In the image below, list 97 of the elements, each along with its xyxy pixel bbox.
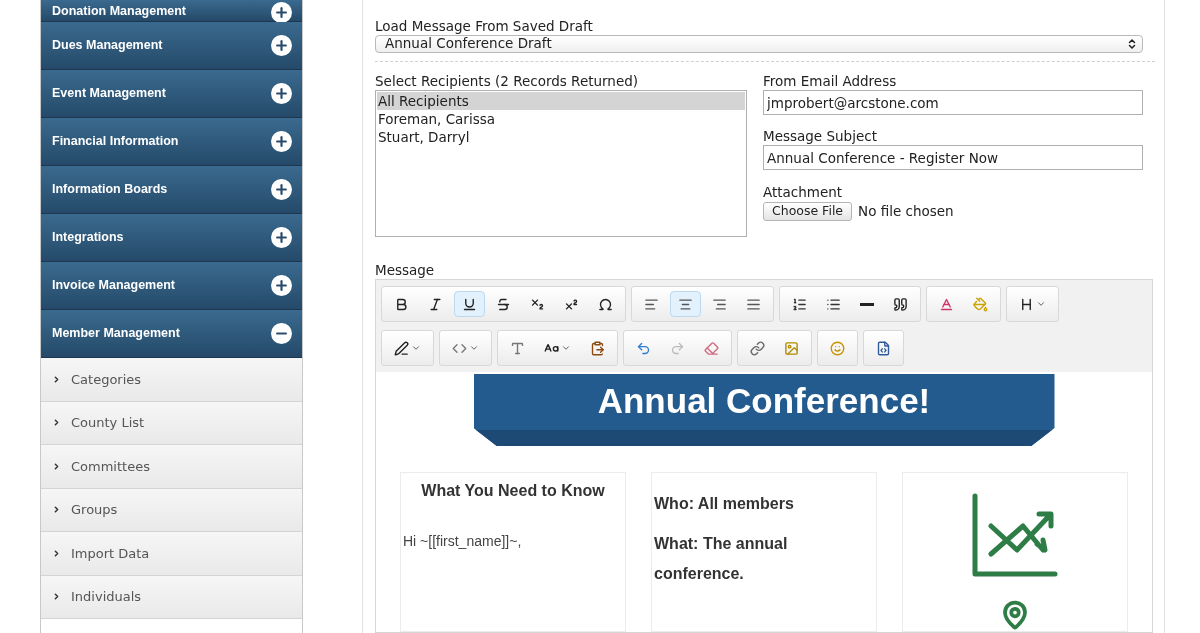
field-label: Message Subject — [763, 127, 878, 145]
font-icon — [510, 340, 525, 356]
align-right-icon — [712, 296, 727, 312]
card-heading: What You Need to Know — [420, 481, 606, 501]
section-label: Financial Information — [52, 133, 179, 151]
submenu-item[interactable]: County List — [41, 401, 302, 445]
email-field[interactable]: jmprobert@arcstone.com — [763, 90, 1143, 115]
card-text: Who: All members — [654, 494, 795, 514]
submenu-label: County List — [71, 414, 145, 432]
choose-file-button[interactable]: Choose File — [763, 201, 853, 221]
clipboard-icon — [590, 340, 605, 356]
bullet-icon — [52, 548, 61, 558]
align-justify-icon — [746, 296, 761, 312]
sidebar-section[interactable]: Information Boards — [41, 166, 302, 214]
caret-icon — [411, 343, 421, 353]
bullet-icon — [52, 418, 61, 428]
smiley-icon — [830, 340, 845, 356]
bullet-icon — [52, 461, 61, 471]
source-code-icon — [876, 340, 891, 356]
italic-icon — [428, 296, 443, 312]
bullet-list-icon — [826, 296, 841, 312]
file-status: No file chosen — [858, 202, 954, 221]
section-label: Dues Management — [52, 37, 163, 55]
omega-icon — [598, 296, 613, 312]
caret-icon — [469, 343, 479, 353]
submenu-label: Import Data — [71, 544, 150, 563]
recipient-option[interactable]: All Recipients — [377, 92, 745, 110]
submenu-item[interactable]: Committees — [41, 445, 302, 489]
bold-icon — [394, 296, 409, 312]
toolbar-button[interactable] — [454, 291, 485, 317]
pen-icon — [394, 340, 409, 356]
expand-icon — [271, 227, 292, 248]
field-label: From Email Address — [763, 72, 898, 90]
expand-icon — [271, 35, 292, 56]
expand-icon — [271, 179, 292, 200]
card-text: Hi ~[[first_name]]~, — [403, 532, 523, 551]
bullet-icon — [52, 505, 61, 515]
card-text: What: The annual conference. — [654, 534, 789, 584]
sidebar-section[interactable]: Event Management — [41, 70, 302, 118]
field-label: Load Message From Saved Draft — [375, 17, 594, 35]
expand-icon — [271, 2, 292, 23]
caret-icon — [561, 343, 571, 353]
sidebar-section[interactable]: Invoice Management — [41, 262, 302, 310]
submenu-label: Individuals — [71, 588, 142, 606]
banner-title: Annual Conference! — [597, 380, 931, 422]
section-label: Information Boards — [52, 181, 168, 199]
heading-icon — [1019, 296, 1034, 312]
section-label: Event Management — [52, 85, 166, 103]
field-label: Attachment — [763, 183, 844, 201]
expand-icon — [271, 275, 292, 296]
section-label: Member Management — [52, 325, 180, 343]
recipients-list[interactable]: All Recipients Foreman, Carissa Stuart, Darryl — [375, 90, 747, 237]
sidebar-section[interactable]: Dues Management — [41, 22, 302, 70]
submenu-item[interactable]: Categories — [41, 358, 302, 402]
draft-select[interactable]: Annual Conference Draft — [375, 35, 1143, 54]
underline-icon — [462, 296, 477, 312]
subject-field[interactable]: Annual Conference - Register Now — [763, 145, 1143, 170]
chart-icon — [971, 492, 1059, 578]
align-left-icon — [644, 296, 659, 312]
bullet-icon — [52, 374, 61, 384]
sidebar-section[interactable]: Financial Information — [41, 118, 302, 166]
paint-bucket-icon — [973, 296, 988, 312]
submenu-label: Groups — [71, 501, 118, 519]
sidebar-section[interactable]: Donation Management — [41, 0, 302, 22]
pin-icon — [1000, 600, 1030, 630]
image-icon — [784, 340, 799, 356]
submenu-item[interactable]: Import Data — [41, 532, 302, 576]
undo-icon — [636, 340, 651, 356]
expand-icon — [271, 83, 292, 104]
field-label: Select Recipients (2 Records Returned) — [375, 72, 640, 90]
field-label: Message — [375, 261, 436, 279]
sidebar-section[interactable]: Integrations — [41, 214, 302, 262]
caret-icon — [1036, 299, 1046, 309]
expand-icon — [271, 131, 292, 152]
select-arrows-icon — [1126, 38, 1138, 51]
strikethrough-icon — [496, 296, 511, 312]
align-center-icon — [678, 296, 693, 312]
collapse-icon — [271, 323, 292, 344]
submenu-label: Categories — [71, 370, 142, 389]
superscript-icon — [564, 296, 579, 312]
redo-icon — [670, 340, 685, 356]
submenu-item[interactable]: Individuals — [41, 575, 302, 619]
section-label: Donation Management — [52, 3, 187, 20]
recipient-option[interactable]: Foreman, Carissa — [377, 110, 745, 128]
submenu-item[interactable]: Groups — [41, 488, 302, 532]
eraser-icon — [704, 340, 719, 356]
numbered-list-icon — [792, 296, 807, 312]
recipient-option[interactable]: Stuart, Darryl — [377, 128, 745, 146]
sidebar-section[interactable]: Member Management — [41, 310, 302, 358]
subscript-icon — [530, 296, 545, 312]
section-label: Integrations — [52, 229, 124, 247]
quote-icon — [893, 296, 908, 312]
link-icon — [750, 340, 765, 356]
section-label: Invoice Management — [52, 277, 175, 295]
submenu-label: Committees — [71, 457, 150, 476]
text-color-icon — [939, 296, 954, 312]
bullet-icon — [52, 592, 61, 602]
